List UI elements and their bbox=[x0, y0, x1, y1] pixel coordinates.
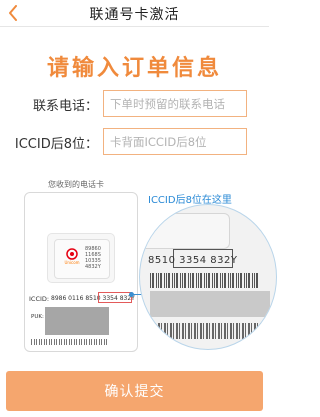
iccid-label: ICCID后8位： bbox=[14, 137, 98, 152]
zoomed-chip bbox=[140, 213, 230, 249]
unicom-logo-icon: Unicom bbox=[63, 248, 81, 268]
iccid-highlight-box bbox=[98, 292, 132, 303]
page-title: 联通号卡激活 bbox=[89, 7, 180, 23]
phone-row: 联系电话： bbox=[0, 90, 269, 118]
card-iccid-label: ICCID: bbox=[29, 295, 50, 303]
phone-label: 联系电话： bbox=[32, 99, 98, 114]
submit-button[interactable]: 确认提交 bbox=[6, 371, 263, 411]
card-puk-label: PUK: bbox=[31, 314, 44, 320]
chip-code-line: 4832Y bbox=[85, 264, 101, 270]
brand-name: Unicom bbox=[64, 260, 80, 265]
zoomed-iccid-number: 8510 3354 832Y bbox=[148, 255, 238, 266]
chip-code: 89860 1168S 10335 4832Y bbox=[85, 246, 109, 270]
sim-chip: Unicom 89860 1168S 10335 4832Y bbox=[54, 239, 110, 279]
zoomed-barcode bbox=[146, 323, 268, 339]
magnifier-zoom: 8510 3354 832Y bbox=[139, 204, 277, 350]
sim-card-illustration: Unicom 89860 1168S 10335 4832Y ICCID: 89… bbox=[24, 192, 138, 352]
iccid-input[interactable] bbox=[103, 128, 247, 155]
sim-card-outer-cutout: Unicom 89860 1168S 10335 4832Y bbox=[47, 233, 115, 283]
page-header: 联通号卡激活 bbox=[0, 0, 269, 27]
zoomed-barcode bbox=[150, 273, 260, 288]
phone-input[interactable] bbox=[103, 90, 247, 117]
zoom-caption: ICCID后8位在这里 bbox=[148, 195, 232, 206]
card-caption: 您收到的电话卡 bbox=[48, 180, 104, 189]
iccid-row: ICCID后8位： bbox=[0, 128, 269, 156]
form-heading: 请输入订单信息 bbox=[46, 56, 222, 81]
puk-scratch-area bbox=[45, 307, 109, 335]
zoomed-puk-area bbox=[150, 291, 270, 317]
barcode bbox=[31, 339, 109, 345]
